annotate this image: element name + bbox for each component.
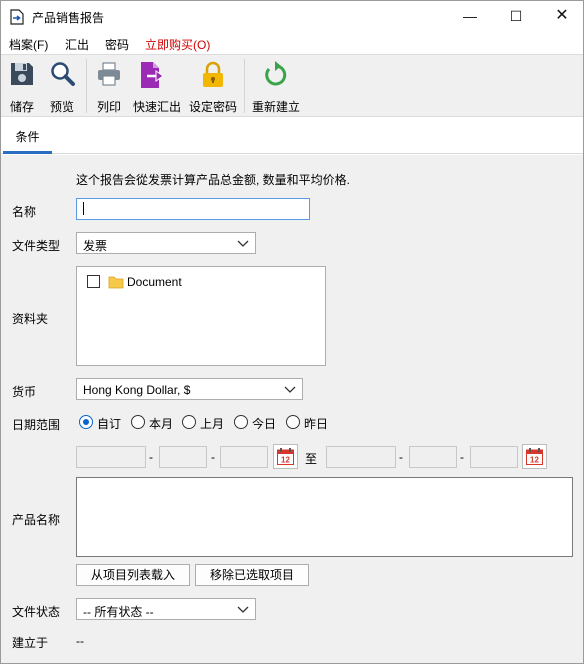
save-label: 储存 [9,100,34,114]
folder-label: 资料夹 [12,312,49,326]
radio-custom-label: 自订 [97,417,122,431]
calendar-day-text: 12 [281,456,290,465]
rebuild-button[interactable]: 重新建立 [248,55,304,117]
chevron-down-icon [237,240,249,247]
menu-buy-now[interactable]: 立即购买(O) [145,36,210,53]
conditions-panel: 这个报告会從发票计算产品总金额, 数量和平均价格. 名称 文件类型 发票 资料夹… [1,155,583,663]
end-calendar-button[interactable]: 12 [522,444,547,469]
doc-type-label: 文件类型 [12,239,61,253]
status-select[interactable]: -- 所有状态 -- [76,598,256,620]
magnifier-icon [51,62,75,86]
quick-export-button[interactable]: 快速汇出 [131,55,183,117]
set-password-button[interactable]: 设定密码 [187,55,239,117]
created-value: -- [76,634,84,648]
radio-dot [286,415,300,429]
radio-dot [79,415,93,429]
toolbar-separator [86,59,87,113]
minimize-button[interactable]: — [447,1,493,32]
date-separator: - [149,450,153,464]
radio-last-month-label: 上月 [200,417,225,431]
close-button[interactable]: ✕ [539,1,584,32]
report-description: 这个报告会從发票计算产品总金额, 数量和平均价格. [76,173,351,187]
save-button[interactable]: 储存 [3,55,41,117]
start-day-field[interactable] [220,446,268,468]
product-label: 产品名称 [12,513,61,527]
folder-checkbox[interactable] [87,275,100,288]
doc-type-value: 发票 [83,239,108,253]
folder-list[interactable]: Document [76,266,326,366]
date-to-label: 至 [305,452,318,466]
product-list[interactable] [76,477,573,557]
radio-today-label: 今日 [252,417,277,431]
print-label: 列印 [96,100,121,114]
status-value: -- 所有状态 -- [83,605,154,619]
preview-button[interactable]: 预览 [43,55,81,117]
end-month-field[interactable] [409,446,457,468]
lock-icon [203,61,223,87]
menu-password[interactable]: 密码 [105,36,129,53]
radio-dot [131,415,145,429]
menu-bar: 档案(F) 汇出 密码 立即购买(O) [1,32,583,54]
currency-select[interactable]: Hong Kong Dollar, $ [76,378,303,400]
menu-file[interactable]: 档案(F) [9,36,48,53]
toolbar: 储存 预览 列印 快速汇出 设定密码 重新建立 [1,54,583,117]
currency-value: Hong Kong Dollar, $ [83,383,191,397]
radio-yesterday-label: 昨日 [304,417,329,431]
calendar-icon: 12 [277,448,294,465]
text-caret [83,202,84,215]
date-range-options: 自订 本月 上月 今日 昨日 [79,413,339,433]
end-year-field[interactable] [326,446,396,468]
date-separator: - [460,450,464,464]
chevron-down-icon [284,386,296,393]
refresh-icon [265,61,287,86]
window-title: 产品销售报告 [32,11,105,25]
radio-this-month-label: 本月 [149,417,174,431]
save-icon [11,63,33,85]
maximize-button[interactable]: ☐ [493,1,539,32]
end-day-field[interactable] [470,446,518,468]
created-label: 建立于 [12,636,49,650]
menu-export[interactable]: 汇出 [65,36,89,53]
radio-dot [182,415,196,429]
start-calendar-button[interactable]: 12 [273,444,298,469]
tab-strip: 条件 [1,118,583,154]
remove-selected-button[interactable]: 移除已选取项目 [195,564,309,586]
start-year-field[interactable] [76,446,146,468]
radio-dot [234,415,248,429]
printer-icon [98,62,120,86]
preview-label: 预览 [49,100,74,114]
currency-label: 货币 [12,385,37,399]
export-icon [141,62,164,88]
folder-icon [108,276,124,289]
app-window: 产品销售报告 — ☐ ✕ 档案(F) 汇出 密码 立即购买(O) 储存 预览 列… [0,0,584,664]
rebuild-label: 重新建立 [251,100,300,114]
name-label: 名称 [12,205,37,219]
print-button[interactable]: 列印 [89,55,129,117]
date-range-label: 日期范围 [12,418,61,432]
chevron-down-icon [237,606,249,613]
date-separator: - [399,450,403,464]
folder-name: Document [127,275,182,289]
start-month-field[interactable] [159,446,207,468]
calendar-icon: 12 [526,448,543,465]
status-label: 文件状态 [12,605,61,619]
quick-export-label: 快速汇出 [132,100,181,114]
title-bar: 产品销售报告 — ☐ ✕ [1,1,583,32]
calendar-day-text: 12 [530,456,539,465]
name-input[interactable] [76,198,310,220]
toolbar-separator [244,59,245,113]
doc-type-select[interactable]: 发票 [76,232,256,254]
tab-conditions[interactable]: 条件 [3,118,52,154]
date-separator: - [211,450,215,464]
app-document-icon [10,9,24,25]
load-from-list-button[interactable]: 从项目列表载入 [76,564,190,586]
set-password-label: 设定密码 [188,100,237,114]
